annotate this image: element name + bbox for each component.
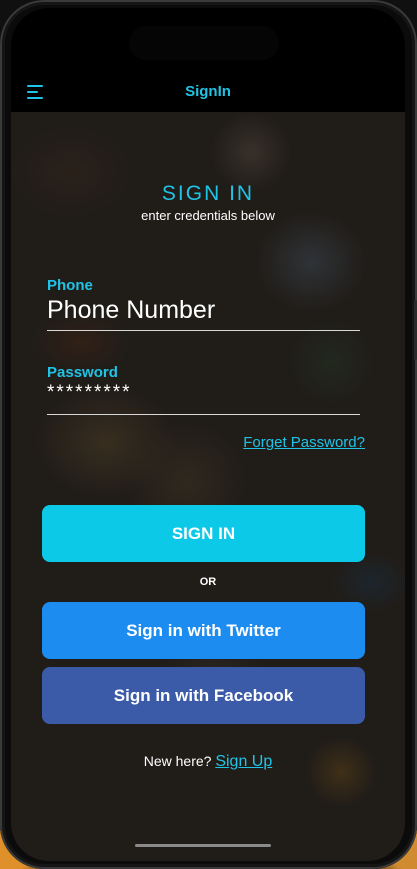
nav-bar: SignIn bbox=[11, 72, 405, 113]
or-divider: OR bbox=[199, 576, 217, 588]
facebook-signin-button[interactable]: Sign in with Facebook bbox=[42, 667, 365, 724]
password-label: Password bbox=[47, 364, 118, 381]
home-indicator bbox=[135, 844, 271, 847]
forgot-password-link[interactable]: Forget Password? bbox=[243, 434, 365, 451]
background-photo-overlay bbox=[11, 112, 405, 861]
signup-prompt-text: New here? bbox=[143, 753, 212, 769]
screen: SignIn SIGN IN enter credentials below P… bbox=[11, 8, 405, 861]
page-title: SIGN IN bbox=[161, 182, 255, 205]
phone-frame: SignIn SIGN IN enter credentials below P… bbox=[0, 0, 417, 869]
phone-input[interactable]: Phone Number bbox=[47, 296, 360, 331]
twitter-signin-button[interactable]: Sign in with Twitter bbox=[42, 602, 365, 659]
page-subtitle: enter credentials below bbox=[141, 208, 275, 223]
password-input[interactable]: ********* bbox=[47, 382, 360, 415]
signup-prompt: New here? Sign Up bbox=[11, 753, 405, 771]
phone-label: Phone bbox=[47, 277, 93, 294]
signup-link[interactable]: Sign Up bbox=[215, 753, 272, 770]
dynamic-island bbox=[129, 26, 279, 60]
nav-title: SignIn bbox=[185, 83, 231, 100]
signin-button[interactable]: SIGN IN bbox=[42, 505, 365, 562]
signin-content: SIGN IN enter credentials below Phone Ph… bbox=[11, 112, 405, 861]
